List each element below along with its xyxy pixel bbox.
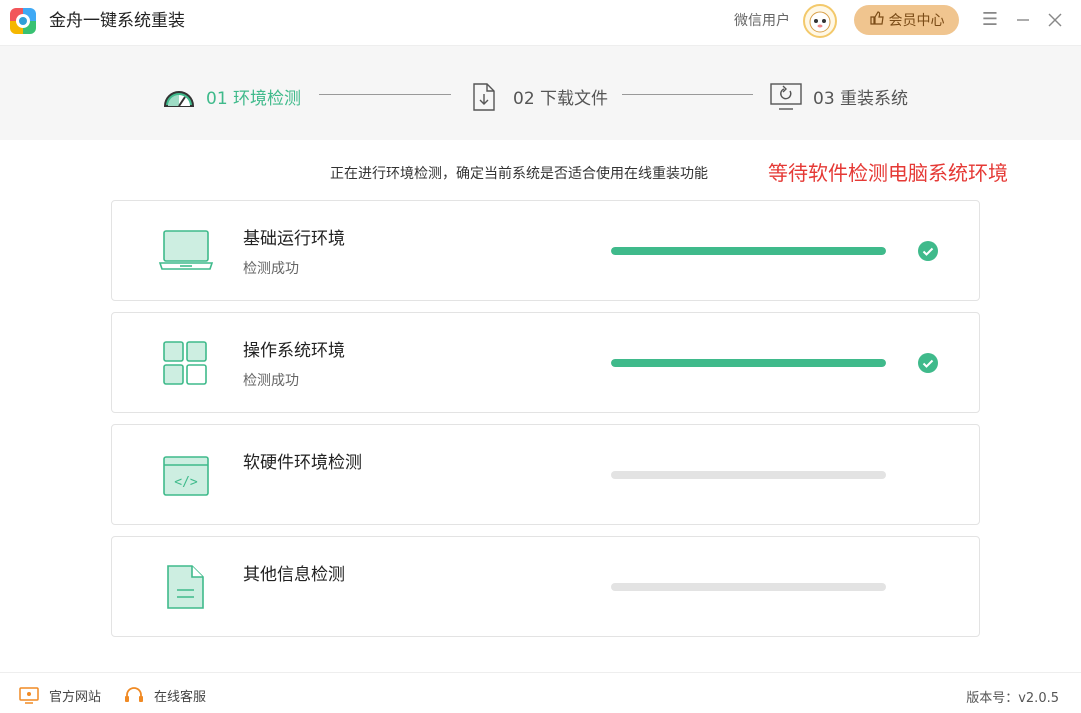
check-card-basic-runtime: 基础运行环境 检测成功 xyxy=(111,200,980,301)
reinstall-monitor-icon xyxy=(769,82,802,110)
step-label: 03 重装系统 xyxy=(813,88,909,109)
step-reinstall: 03 重装系统 xyxy=(769,82,908,110)
title-bar: 金舟一键系统重装 微信用户 会员中心 ☰ xyxy=(0,0,1081,44)
status-highlight: 等待软件检测电脑系统环境 xyxy=(768,161,1008,185)
document-icon xyxy=(158,563,214,611)
user-name[interactable]: 微信用户 xyxy=(734,12,790,30)
check-status: 检测成功 xyxy=(243,373,299,389)
step-label: 02 下载文件 xyxy=(513,88,609,109)
step-indicator: 01 环境检测 02 下载文件 03 重装系统 xyxy=(0,45,1081,140)
progress-bar xyxy=(611,359,886,367)
step-env-check: 01 环境检测 xyxy=(162,82,301,110)
progress-fill xyxy=(611,247,886,255)
step-connector xyxy=(622,94,753,95)
step-connector xyxy=(319,94,451,95)
progress-fill xyxy=(611,359,886,367)
service-label: 在线客服 xyxy=(154,690,207,705)
status-message: 正在进行环境检测，确定当前系统是否适合使用在线重装功能 xyxy=(330,166,708,182)
check-title: 其他信息检测 xyxy=(243,565,345,585)
official-website-link[interactable]: 官方网站 xyxy=(19,686,101,705)
check-title: 操作系统环境 xyxy=(243,341,345,361)
step-download: 02 下载文件 xyxy=(469,82,609,111)
progress-bar xyxy=(611,247,886,255)
check-status: 检测成功 xyxy=(243,261,299,277)
app-logo-icon xyxy=(10,8,36,34)
avatar[interactable] xyxy=(803,4,837,38)
footer: 官方网站 在线客服 版本号：v2.0.5 xyxy=(0,672,1081,713)
check-card-os: 操作系统环境 检测成功 xyxy=(111,312,980,413)
check-done-icon xyxy=(918,241,938,261)
download-file-icon xyxy=(469,82,501,111)
minimize-icon[interactable] xyxy=(1013,8,1033,32)
menu-icon[interactable]: ☰ xyxy=(980,8,1000,32)
check-card-other-info: 其他信息检测 xyxy=(111,536,980,637)
step-label: 01 环境检测 xyxy=(206,88,302,109)
check-card-hardware-software: </> 软硬件环境检测 xyxy=(111,424,980,525)
app-title: 金舟一键系统重装 xyxy=(49,11,185,31)
thumbs-up-icon xyxy=(869,10,885,30)
progress-bar xyxy=(611,583,886,591)
windows-grid-icon xyxy=(158,339,214,387)
check-title: 基础运行环境 xyxy=(243,229,345,249)
headset-icon xyxy=(124,686,144,705)
online-service-link[interactable]: 在线客服 xyxy=(124,686,206,705)
check-done-icon xyxy=(918,353,938,373)
vip-center-button[interactable]: 会员中心 xyxy=(854,5,959,35)
code-window-icon: </> xyxy=(158,451,214,499)
version-label: 版本号：v2.0.5 xyxy=(966,691,1059,706)
monitor-icon xyxy=(19,686,39,705)
close-icon[interactable] xyxy=(1045,8,1065,32)
laptop-icon xyxy=(158,227,214,275)
gauge-icon xyxy=(162,82,195,110)
svg-text:</>: </> xyxy=(174,475,198,490)
website-label: 官方网站 xyxy=(49,690,102,705)
vip-center-label: 会员中心 xyxy=(888,13,945,29)
progress-bar xyxy=(611,471,886,479)
check-title: 软硬件环境检测 xyxy=(243,453,362,473)
